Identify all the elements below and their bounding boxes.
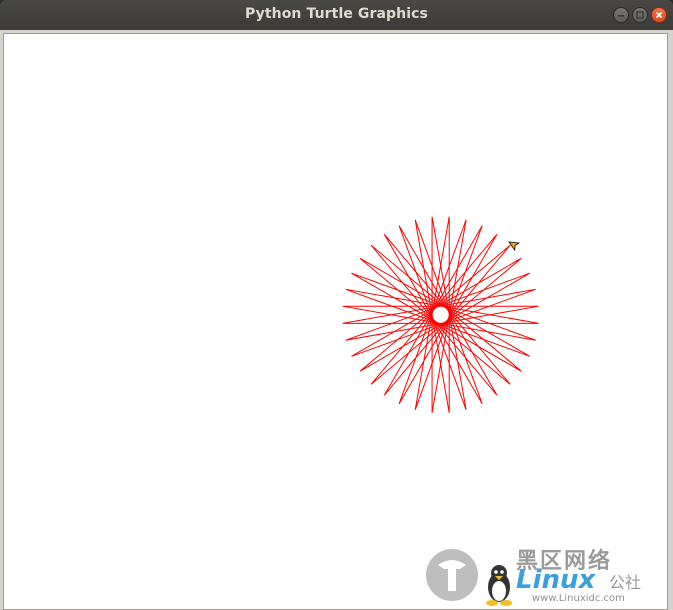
turtle-window: Python Turtle Graphics 黑区网络 Linux 公社 www… <box>0 0 673 610</box>
close-button[interactable] <box>651 7 667 23</box>
watermark-text-she: 公社 <box>609 573 642 592</box>
minimize-button[interactable] <box>613 7 629 23</box>
maximize-button[interactable] <box>632 7 648 23</box>
window-title: Python Turtle Graphics <box>245 6 428 22</box>
title-bar[interactable]: Python Turtle Graphics <box>0 0 673 30</box>
turtle-canvas[interactable]: 黑区网络 Linux 公社 www.Linuxidc.com <box>3 33 668 610</box>
canvas-frame: 黑区网络 Linux 公社 www.Linuxidc.com <box>0 30 673 610</box>
linuxidc-logo-icon <box>426 549 512 606</box>
minimize-icon <box>618 15 624 17</box>
watermark: 黑区网络 Linux 公社 www.Linuxidc.com <box>424 545 659 607</box>
turtle-drawing <box>342 216 539 413</box>
maximize-icon <box>636 11 644 19</box>
star-path <box>342 216 539 413</box>
window-controls <box>613 7 667 23</box>
star-pattern <box>342 216 539 413</box>
watermark-url: www.Linuxidc.com <box>532 593 625 604</box>
turtle-cursor-icon <box>508 241 520 252</box>
close-icon <box>655 11 663 19</box>
watermark-text-linux: Linux <box>516 565 596 595</box>
